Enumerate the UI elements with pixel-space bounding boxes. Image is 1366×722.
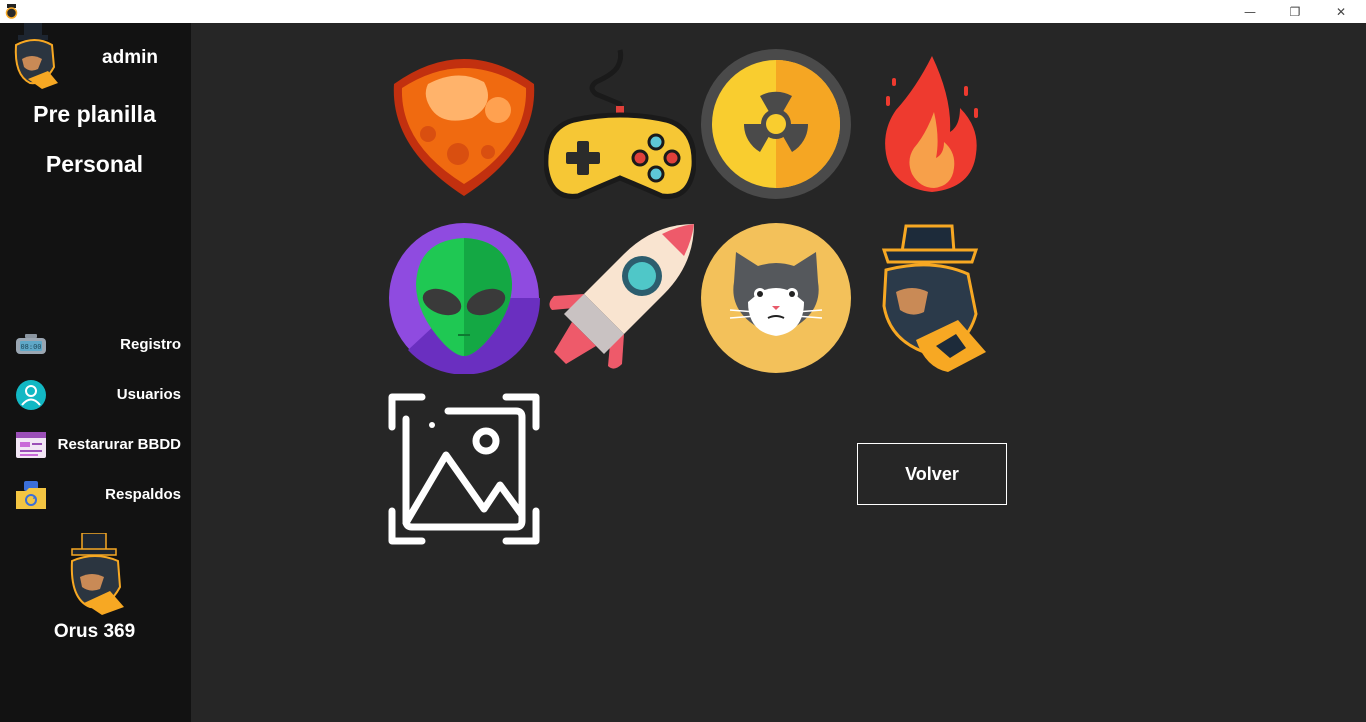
nav-registro[interactable]: 08:00 Registro	[0, 325, 191, 365]
cat-avatar-icon	[701, 223, 851, 373]
rocket-avatar-icon	[549, 224, 694, 369]
avatar-option-alien[interactable]	[388, 222, 541, 375]
minimize-button[interactable]: —	[1227, 0, 1273, 23]
svg-text:08:00: 08:00	[20, 343, 41, 351]
app-logo-icon	[5, 4, 18, 19]
avatar-option-gentleman-monkey[interactable]	[856, 222, 1008, 374]
user-icon	[16, 380, 46, 410]
database-restore-icon	[16, 432, 46, 458]
restore-button[interactable]: ❐	[1272, 0, 1318, 23]
nav-usuarios-label: Usuarios	[116, 386, 181, 403]
avatar-option-cat[interactable]	[700, 222, 852, 374]
window-titlebar: — ❐ ✕	[0, 0, 1366, 23]
nav-registro-label: Registro	[120, 336, 181, 353]
user-name: admin	[102, 47, 158, 68]
radiation-avatar-icon	[701, 49, 851, 199]
gamepad-avatar-icon	[543, 49, 697, 199]
menu-personal[interactable]: Personal	[0, 151, 189, 178]
upload-image-icon	[388, 393, 540, 545]
nav-respaldos[interactable]: Respaldos	[0, 475, 191, 515]
alien-avatar-icon	[389, 223, 541, 375]
brand-name: Orus 369	[53, 621, 136, 642]
nav-restaurar-bbdd[interactable]: Restarurar BBDD	[0, 425, 191, 465]
meteor-avatar-icon	[393, 59, 535, 196]
avatar-option-meteor[interactable]	[388, 48, 540, 200]
back-button[interactable]: Volver	[857, 443, 1007, 505]
nav-restaurar-label: Restarurar BBDD	[57, 436, 181, 453]
sidebar: admin Pre planilla Personal 08:00 Regist…	[0, 23, 191, 722]
avatar-option-radiation[interactable]	[700, 48, 852, 200]
avatar-option-upload-image[interactable]	[388, 393, 540, 545]
brand-logo	[70, 533, 124, 615]
nav-usuarios[interactable]: Usuarios	[0, 375, 191, 415]
avatar-option-gamepad[interactable]	[543, 48, 697, 200]
nav-respaldos-label: Respaldos	[105, 486, 181, 503]
close-button[interactable]: ✕	[1318, 0, 1364, 23]
avatar-option-fire[interactable]	[856, 48, 1008, 200]
avatar-option-rocket[interactable]	[544, 222, 696, 374]
menu-pre-planilla[interactable]: Pre planilla	[0, 101, 189, 128]
backup-icon	[16, 481, 46, 509]
clock-icon: 08:00	[16, 334, 46, 354]
fire-avatar-icon	[885, 56, 978, 192]
user-avatar	[14, 23, 58, 89]
gentleman-monkey-avatar-icon	[881, 224, 986, 372]
